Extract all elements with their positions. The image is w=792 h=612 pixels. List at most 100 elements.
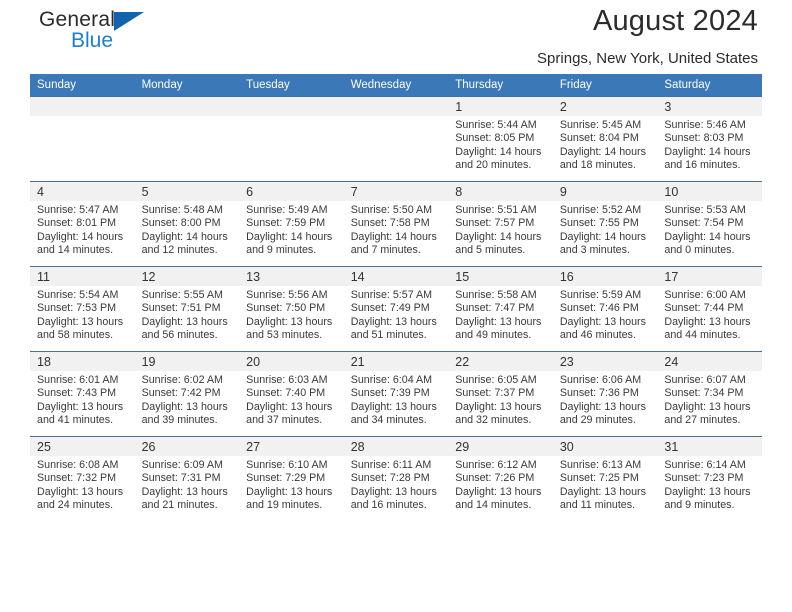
day-cell-inner: 24 Sunrise: 6:07 AM Sunset: 7:34 PM Dayl… <box>657 352 762 436</box>
daylight-text-line1: Daylight: 13 hours <box>141 485 228 498</box>
day-number: 15 <box>448 267 553 286</box>
day-cell[interactable]: 17 Sunrise: 6:00 AM Sunset: 7:44 PM Dayl… <box>657 266 762 352</box>
day-cell[interactable]: 27 Sunrise: 6:10 AM Sunset: 7:29 PM Dayl… <box>239 436 344 521</box>
daylight-text-line1: Daylight: 14 hours <box>559 145 646 158</box>
daylight-text-line1: Daylight: 14 hours <box>246 230 333 243</box>
daylight-text-line1: Daylight: 14 hours <box>141 230 228 243</box>
sunrise-text: Sunrise: 6:10 AM <box>246 459 328 471</box>
day-details: Sunrise: 5:45 AM Sunset: 8:04 PM Dayligh… <box>553 116 658 173</box>
day-cell[interactable]: 12 Sunrise: 5:55 AM Sunset: 7:51 PM Dayl… <box>134 266 240 352</box>
sunrise-text: Sunrise: 5:52 AM <box>559 204 642 216</box>
day-cell[interactable] <box>239 96 344 182</box>
daylight-text-line2: and 41 minutes. <box>37 414 114 427</box>
sunset-text: Sunset: 7:26 PM <box>455 472 535 485</box>
daylight-text-line2: and 3 minutes. <box>559 244 630 257</box>
day-cell[interactable]: 22 Sunrise: 6:05 AM Sunset: 7:37 PM Dayl… <box>448 351 553 437</box>
day-number: 30 <box>552 437 658 456</box>
day-cell[interactable]: 4 Sunrise: 5:47 AM Sunset: 8:01 PM Dayli… <box>30 181 135 267</box>
day-cell[interactable]: 28 Sunrise: 6:11 AM Sunset: 7:28 PM Dayl… <box>343 436 449 521</box>
day-cell-inner: 30 Sunrise: 6:13 AM Sunset: 7:25 PM Dayl… <box>552 437 658 521</box>
day-details: Sunrise: 6:14 AM Sunset: 7:23 PM Dayligh… <box>657 456 762 513</box>
day-details: Sunrise: 5:55 AM Sunset: 7:51 PM Dayligh… <box>135 286 240 343</box>
sunrise-text: Sunrise: 5:53 AM <box>664 204 746 216</box>
daylight-text-line1: Daylight: 13 hours <box>37 485 124 498</box>
day-number: 16 <box>552 267 658 286</box>
day-cell-inner: 21 Sunrise: 6:04 AM Sunset: 7:39 PM Dayl… <box>343 352 449 436</box>
day-cell[interactable]: 24 Sunrise: 6:07 AM Sunset: 7:34 PM Dayl… <box>657 351 762 437</box>
day-cell[interactable]: 20 Sunrise: 6:03 AM Sunset: 7:40 PM Dayl… <box>239 351 344 437</box>
general-blue-logo[interactable]: General Blue <box>39 8 159 58</box>
day-number: 21 <box>343 352 449 371</box>
day-cell[interactable]: 13 Sunrise: 5:56 AM Sunset: 7:50 PM Dayl… <box>239 266 344 352</box>
day-details: Sunrise: 6:05 AM Sunset: 7:37 PM Dayligh… <box>448 371 553 428</box>
day-cell[interactable]: 9 Sunrise: 5:52 AM Sunset: 7:55 PM Dayli… <box>552 181 658 267</box>
sunrise-text: Sunrise: 5:49 AM <box>246 204 328 216</box>
day-cell[interactable]: 19 Sunrise: 6:02 AM Sunset: 7:42 PM Dayl… <box>134 351 240 437</box>
day-number: 4 <box>30 182 135 201</box>
sunrise-text: Sunrise: 6:08 AM <box>37 459 119 471</box>
day-cell[interactable]: 29 Sunrise: 6:12 AM Sunset: 7:26 PM Dayl… <box>448 436 553 521</box>
daylight-text-line1: Daylight: 14 hours <box>664 145 751 158</box>
daylight-text-line2: and 14 minutes. <box>37 244 114 257</box>
day-cell[interactable]: 10 Sunrise: 5:53 AM Sunset: 7:54 PM Dayl… <box>657 181 762 267</box>
sunset-text: Sunset: 7:50 PM <box>246 302 326 315</box>
weekday-header-monday: Monday <box>134 74 240 97</box>
daylight-text-line2: and 24 minutes. <box>37 499 114 512</box>
day-cell[interactable]: 30 Sunrise: 6:13 AM Sunset: 7:25 PM Dayl… <box>552 436 658 521</box>
day-cell-inner: 20 Sunrise: 6:03 AM Sunset: 7:40 PM Dayl… <box>239 352 344 436</box>
day-cell[interactable]: 18 Sunrise: 6:01 AM Sunset: 7:43 PM Dayl… <box>30 351 135 437</box>
day-cell[interactable]: 26 Sunrise: 6:09 AM Sunset: 7:31 PM Dayl… <box>134 436 240 521</box>
daylight-text-line2: and 19 minutes. <box>246 499 323 512</box>
day-details: Sunrise: 6:08 AM Sunset: 7:32 PM Dayligh… <box>30 456 135 513</box>
day-cell[interactable]: 7 Sunrise: 5:50 AM Sunset: 7:58 PM Dayli… <box>343 181 449 267</box>
day-cell[interactable]: 25 Sunrise: 6:08 AM Sunset: 7:32 PM Dayl… <box>30 436 135 521</box>
day-cell-inner: 15 Sunrise: 5:58 AM Sunset: 7:47 PM Dayl… <box>448 267 553 351</box>
sunrise-text: Sunrise: 6:05 AM <box>455 374 537 386</box>
day-cell[interactable]: 3 Sunrise: 5:46 AM Sunset: 8:03 PM Dayli… <box>657 96 762 182</box>
day-cell[interactable]: 21 Sunrise: 6:04 AM Sunset: 7:39 PM Dayl… <box>343 351 449 437</box>
day-details: Sunrise: 5:59 AM Sunset: 7:46 PM Dayligh… <box>553 286 658 343</box>
day-number: 29 <box>448 437 553 456</box>
day-cell[interactable] <box>134 96 240 182</box>
day-cell[interactable] <box>343 96 449 182</box>
day-cell-inner: 7 Sunrise: 5:50 AM Sunset: 7:58 PM Dayli… <box>343 182 449 266</box>
daylight-text-line2: and 27 minutes. <box>664 414 741 427</box>
day-cell[interactable]: 23 Sunrise: 6:06 AM Sunset: 7:36 PM Dayl… <box>552 351 658 437</box>
day-number: 9 <box>552 182 658 201</box>
day-cell[interactable]: 16 Sunrise: 5:59 AM Sunset: 7:46 PM Dayl… <box>552 266 658 352</box>
day-cell-inner: 31 Sunrise: 6:14 AM Sunset: 7:23 PM Dayl… <box>657 437 762 521</box>
day-number: 3 <box>657 97 762 116</box>
daylight-text-line2: and 39 minutes. <box>141 414 218 427</box>
day-cell[interactable]: 2 Sunrise: 5:45 AM Sunset: 8:04 PM Dayli… <box>552 96 658 182</box>
sunrise-text: Sunrise: 5:50 AM <box>350 204 433 216</box>
day-details: Sunrise: 6:01 AM Sunset: 7:43 PM Dayligh… <box>30 371 135 428</box>
day-cell[interactable]: 6 Sunrise: 5:49 AM Sunset: 7:59 PM Dayli… <box>239 181 344 267</box>
daylight-text-line2: and 0 minutes. <box>664 244 735 257</box>
day-cell-inner: 22 Sunrise: 6:05 AM Sunset: 7:37 PM Dayl… <box>448 352 553 436</box>
page-header: General Blue August 2024 Springs, New Yo… <box>30 0 762 74</box>
sunrise-text: Sunrise: 6:14 AM <box>664 459 746 471</box>
day-cell[interactable]: 14 Sunrise: 5:57 AM Sunset: 7:49 PM Dayl… <box>343 266 449 352</box>
day-details: Sunrise: 5:53 AM Sunset: 7:54 PM Dayligh… <box>657 201 762 258</box>
day-cell[interactable]: 8 Sunrise: 5:51 AM Sunset: 7:57 PM Dayli… <box>448 181 553 267</box>
day-cell[interactable]: 1 Sunrise: 5:44 AM Sunset: 8:05 PM Dayli… <box>448 96 553 182</box>
page-title: August 2024 <box>592 5 758 37</box>
day-cell[interactable]: 31 Sunrise: 6:14 AM Sunset: 7:23 PM Dayl… <box>657 436 762 521</box>
sunrise-text: Sunrise: 5:44 AM <box>455 119 537 131</box>
day-details: Sunrise: 5:47 AM Sunset: 8:01 PM Dayligh… <box>30 201 135 258</box>
week-row: 18 Sunrise: 6:01 AM Sunset: 7:43 PM Dayl… <box>30 351 762 437</box>
day-cell[interactable] <box>30 96 135 182</box>
daylight-text-line2: and 37 minutes. <box>246 414 323 427</box>
logo-text-blue: Blue <box>71 29 114 52</box>
day-details: Sunrise: 5:52 AM Sunset: 7:55 PM Dayligh… <box>553 201 658 258</box>
daylight-text-line2: and 49 minutes. <box>455 329 532 342</box>
day-cell[interactable]: 5 Sunrise: 5:48 AM Sunset: 8:00 PM Dayli… <box>134 181 240 267</box>
day-cell-inner: 25 Sunrise: 6:08 AM Sunset: 7:32 PM Dayl… <box>30 437 135 521</box>
sunset-text: Sunset: 7:28 PM <box>350 472 430 485</box>
sunrise-text: Sunrise: 5:54 AM <box>37 289 119 301</box>
daylight-text-line2: and 51 minutes. <box>350 329 427 342</box>
day-cell[interactable]: 11 Sunrise: 5:54 AM Sunset: 7:53 PM Dayl… <box>30 266 135 352</box>
day-cell[interactable]: 15 Sunrise: 5:58 AM Sunset: 7:47 PM Dayl… <box>448 266 553 352</box>
daylight-text-line2: and 9 minutes. <box>664 499 735 512</box>
sunset-text: Sunset: 7:44 PM <box>664 302 744 315</box>
